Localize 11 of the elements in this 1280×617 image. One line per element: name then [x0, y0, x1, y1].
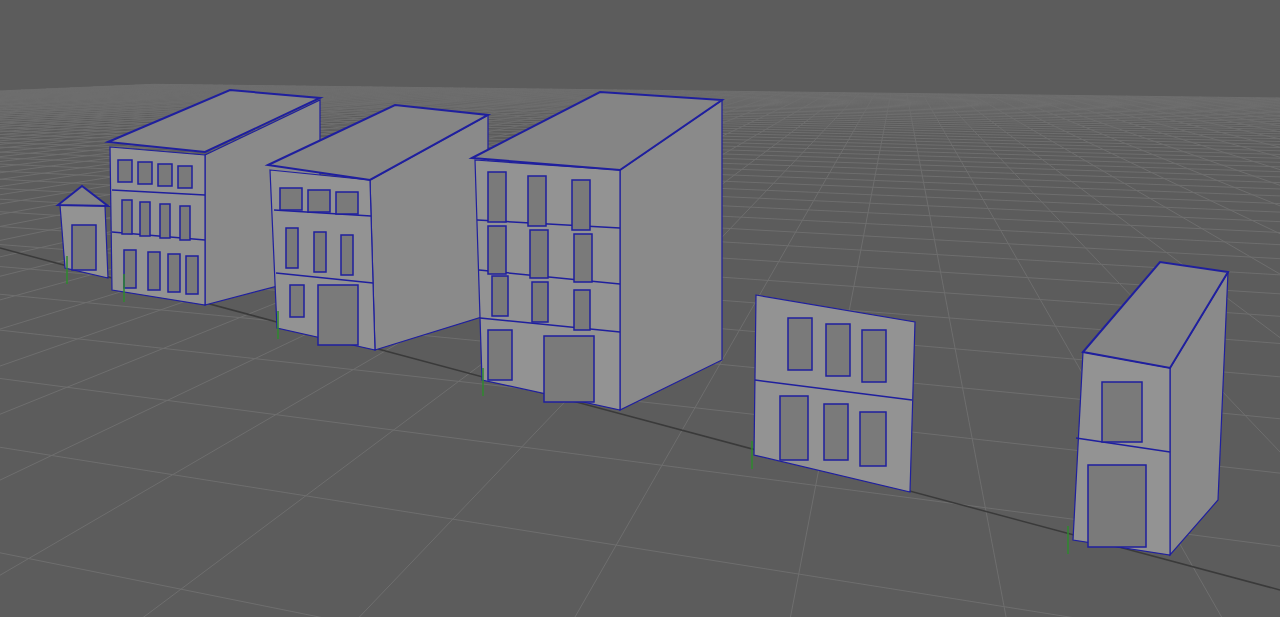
building-model[interactable]	[264, 103, 492, 351]
pivot-axis-icon	[1067, 525, 1069, 555]
pivot-axis-icon	[751, 440, 753, 470]
building-model[interactable]	[753, 294, 916, 493]
building-model[interactable]	[1072, 260, 1230, 557]
building-model[interactable]	[468, 91, 725, 411]
pivot-axis-icon	[123, 273, 125, 303]
pivot-axis-icon	[66, 255, 68, 285]
building-model[interactable]	[55, 184, 111, 279]
pivot-axis-icon	[482, 367, 484, 397]
pivot-axis-icon	[277, 310, 279, 340]
